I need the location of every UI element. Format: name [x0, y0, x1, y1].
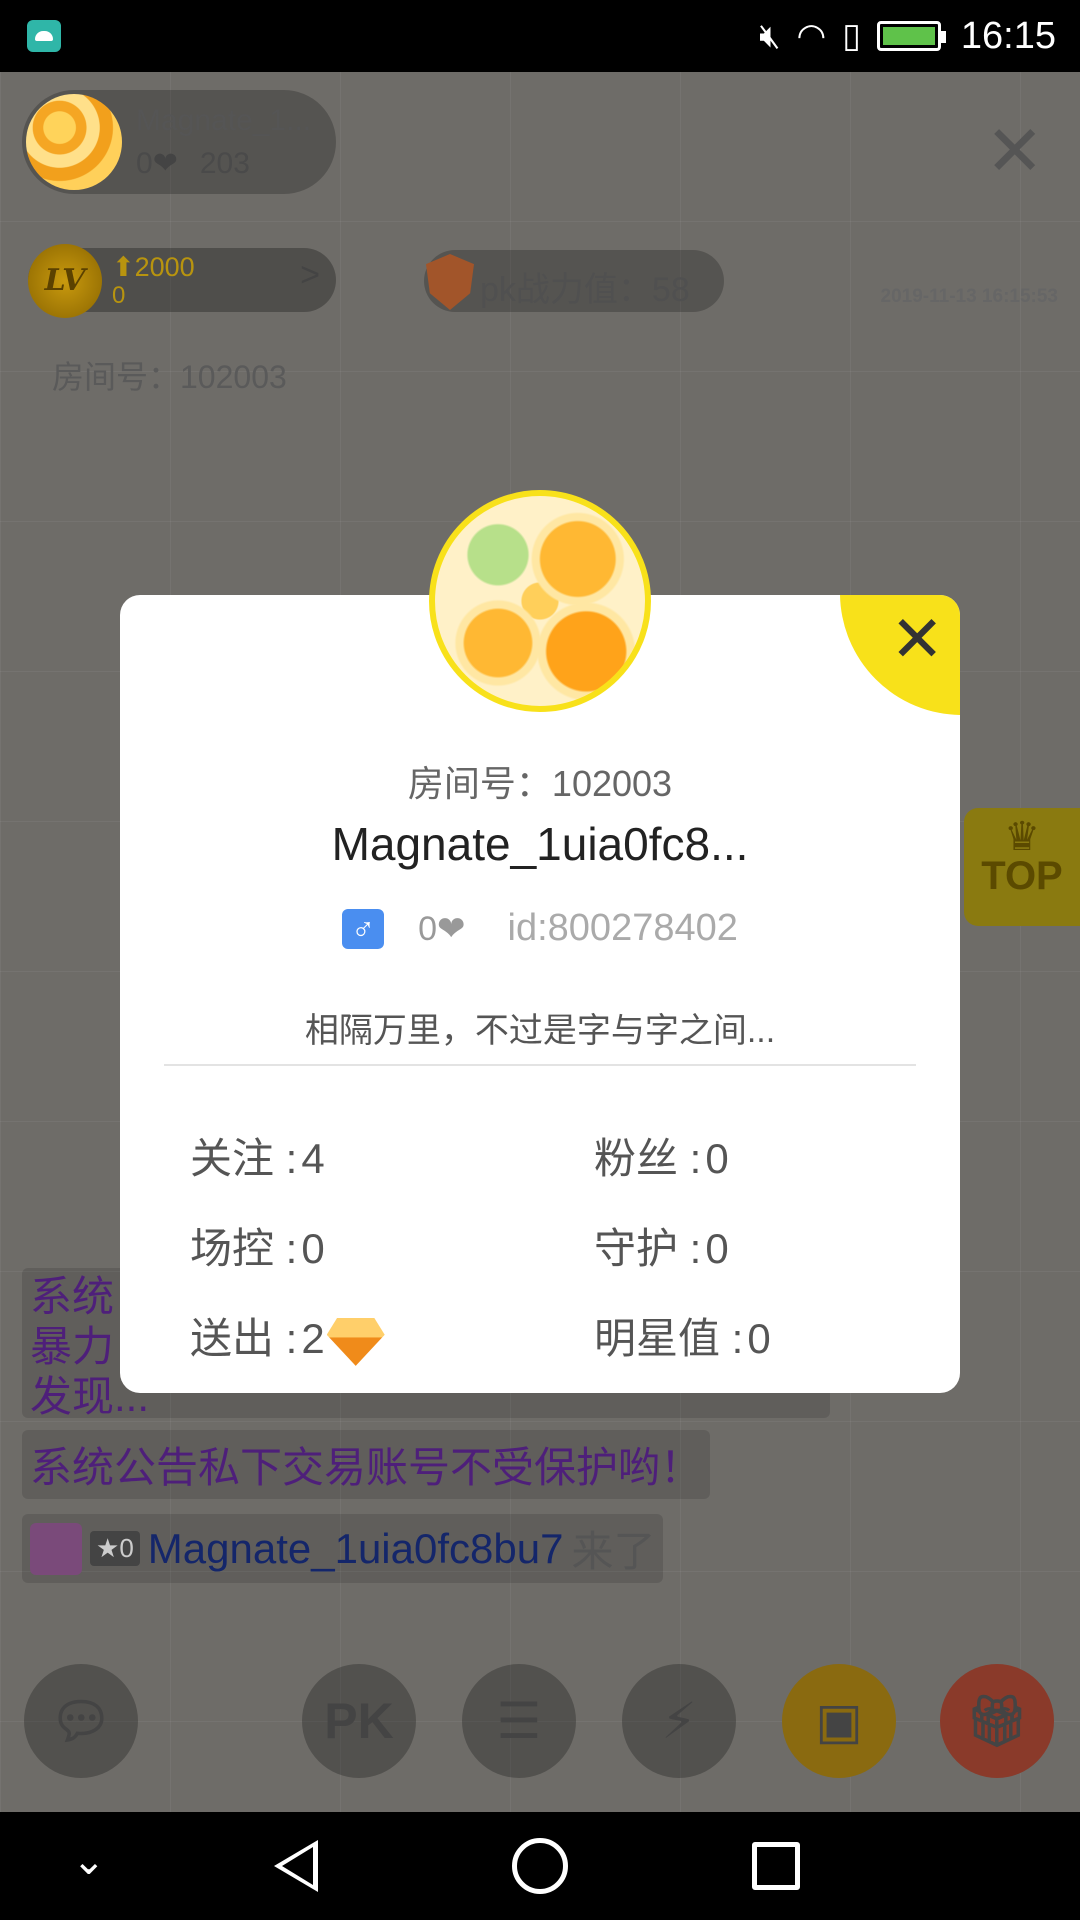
dialog-close-button[interactable]: ✕ [840, 595, 960, 715]
male-icon: ♂ [342, 908, 385, 949]
back-button[interactable] [274, 1840, 318, 1892]
navigation-bar: ⌄ [0, 1812, 1080, 1920]
stat-star-value[interactable]: 明星值 :0 [594, 1305, 771, 1366]
user-tags: ♂ 0❤ id:800278402 [120, 907, 960, 950]
user-profile-dialog: ✕ 房间号：102003 Magnate_1uia0fc8... ♂ 0❤ id… [120, 595, 960, 1393]
android-app-icon [27, 20, 61, 52]
diamond-icon [326, 1317, 385, 1366]
home-button[interactable] [512, 1838, 568, 1894]
battery-icon [876, 21, 946, 51]
close-icon: ✕ [890, 603, 944, 675]
recents-button[interactable] [752, 1842, 800, 1890]
mute-icon: 🔇︎ [759, 16, 781, 55]
dialog-room-number: 房间号：102003 [407, 763, 673, 804]
user-id: id:800278402 [507, 907, 738, 949]
heart-badge: 0❤ [418, 909, 466, 948]
dialog-username: Magnate_1uia0fc8... [331, 818, 749, 870]
status-icons: 🔇︎ ◠ ▯ 16:15 [759, 14, 1056, 58]
stat-fans[interactable]: 粉丝 :0 [594, 1125, 729, 1186]
stat-guard[interactable]: 守护 :0 [594, 1215, 729, 1276]
chevron-down-icon[interactable]: ⌄ [72, 1838, 106, 1884]
clock: 16:15 [960, 14, 1056, 57]
dialog-avatar[interactable] [429, 490, 651, 712]
wifi-icon: ◠ [796, 17, 827, 55]
divider [164, 1064, 916, 1066]
status-bar: 🔇︎ ◠ ▯ 16:15 [0, 0, 1080, 72]
stat-control[interactable]: 场控 :0 [190, 1215, 325, 1276]
stat-sent[interactable]: 送出 :2 [190, 1305, 385, 1366]
user-signature: 相隔万里，不过是字与字之间... [304, 1012, 776, 1050]
stat-follow[interactable]: 关注 :4 [190, 1125, 325, 1186]
sim-icon: ▯ [842, 17, 861, 55]
